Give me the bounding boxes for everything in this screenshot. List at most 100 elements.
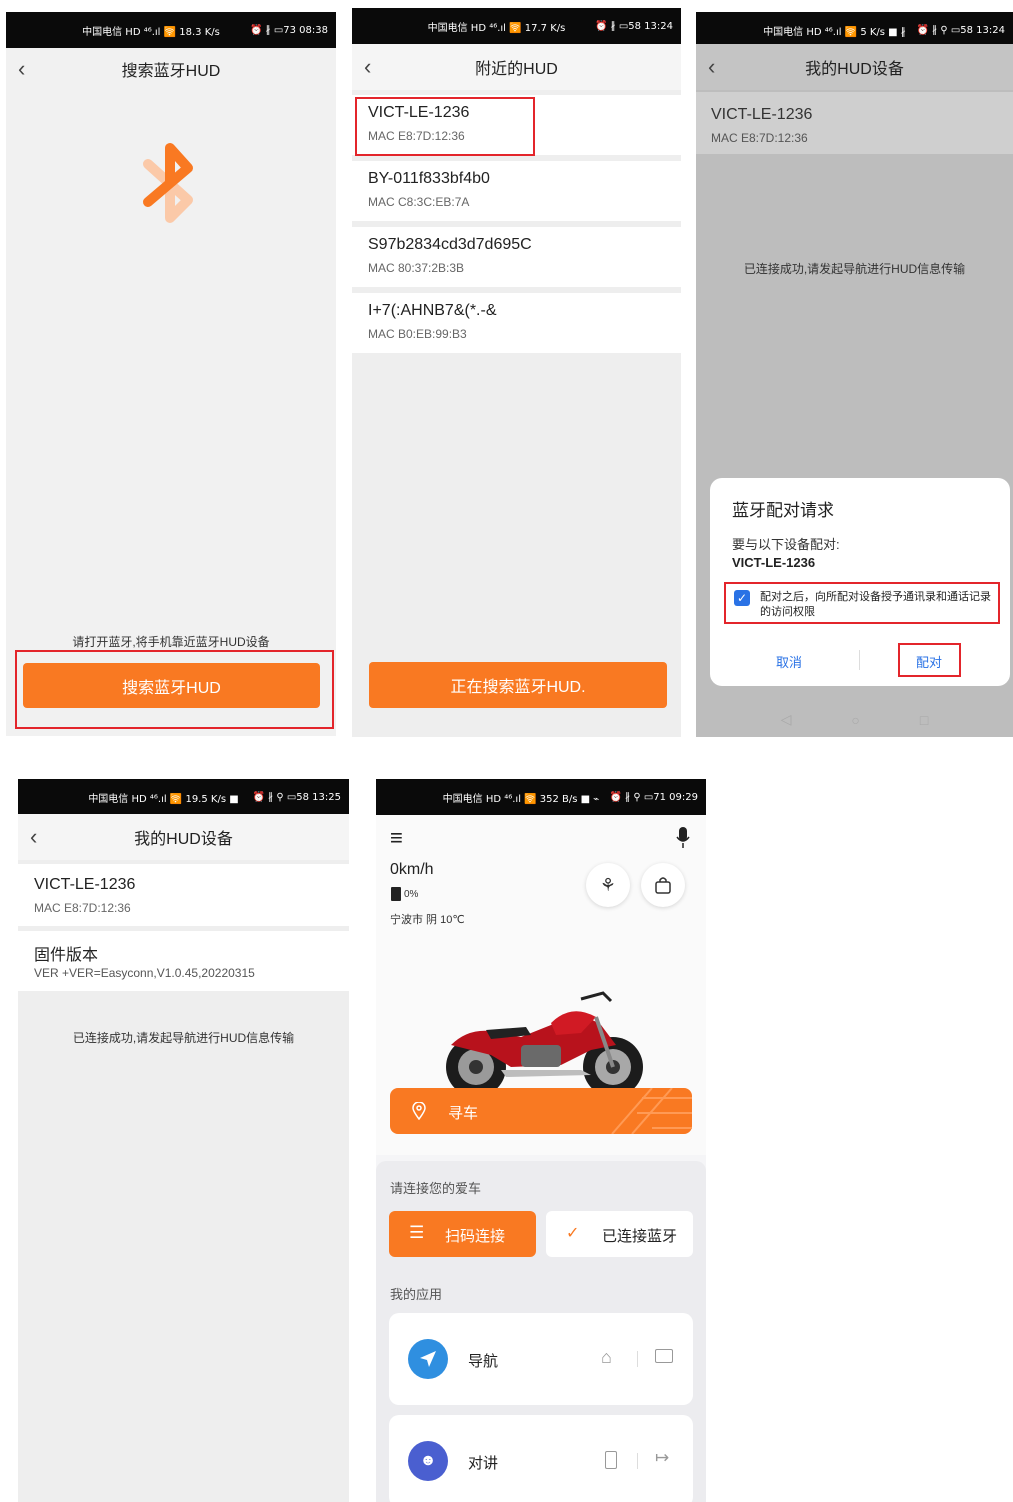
phone-icon[interactable] (605, 1451, 617, 1469)
map-grid-decoration (611, 1088, 692, 1134)
status-bar: 中国电信 HD ⁴⁶.ıl 🛜 19.5 K/s ■ ⏰ ∦ ⚲ ▭58 13:… (18, 779, 349, 815)
device-list-item[interactable]: VICT-LE-1236 MAC E8:7D:12:36 (352, 95, 681, 155)
system-nav-bar: ◁ ○ □ (696, 702, 1013, 737)
bluetooth-icon (143, 143, 193, 223)
app-card-navigation[interactable]: 导航 ⌂ (389, 1313, 693, 1405)
find-car-label: 寻车 (448, 1105, 479, 1122)
cancel-button[interactable]: 取消 (776, 652, 802, 671)
navigation-icon (408, 1339, 448, 1379)
page-title: 附近的HUD (475, 61, 558, 78)
scan-connect-button[interactable]: ☰ 扫码连接 (389, 1211, 536, 1257)
page-title: 搜索蓝牙HUD (121, 63, 221, 80)
bt-connected-button[interactable]: ✓ 已连接蓝牙 (546, 1211, 693, 1257)
dialog-device: VICT-LE-1236 (732, 555, 816, 570)
checkbox[interactable]: ✓ (734, 590, 750, 606)
device-card[interactable]: VICT-LE-1236 MAC E8:7D:12:36 (18, 864, 349, 926)
location-pin-icon (412, 1102, 426, 1120)
check-circle-icon: ✓ (566, 1225, 580, 1242)
device-name: VICT-LE-1236 (711, 106, 813, 123)
briefcase-icon[interactable] (655, 1349, 673, 1363)
back-icon[interactable]: ‹ (30, 814, 37, 860)
device-name: VICT-LE-1236 (34, 876, 136, 893)
connected-message: 已连接成功,请发起导航进行HUD信息传输 (743, 262, 966, 276)
divider (637, 1351, 638, 1367)
device-name: S97b2834cd3d7d695C (368, 236, 532, 253)
exit-icon[interactable]: ↦ (655, 1448, 669, 1468)
device-card[interactable]: VICT-LE-1236 MAC E8:7D:12:36 (696, 92, 1013, 154)
device-mac: MAC E8:7D:12:36 (34, 901, 131, 915)
screen-search-hud: 中国电信 HD ⁴⁶.ıl 🛜 18.3 K/s ⏰ ∦ ▭73 08:38 ‹… (6, 12, 336, 736)
status-bar: 中国电信 HD ⁴⁶.ıl 🛜 5 K/s ■ ∦ ⏰ ∦ ⚲ ▭58 13:2… (696, 12, 1013, 48)
divider (637, 1453, 638, 1469)
pairing-dialog: 蓝牙配对请求 要与以下设备配对: VICT-LE-1236 ✓ 配对之后，向所配… (710, 478, 1010, 686)
nav-bar: ‹ 我的HUD设备 (696, 44, 1013, 90)
back-icon[interactable]: ‹ (18, 46, 25, 92)
status-bar: 中国电信 HD ⁴⁶.ıl 🛜 18.3 K/s ⏰ ∦ ▭73 08:38 (6, 12, 336, 48)
searching-hud-button[interactable]: 正在搜索蓝牙HUD. (369, 662, 667, 708)
dialog-title: 蓝牙配对请求 (732, 501, 834, 520)
nav-recent-icon[interactable]: □ (920, 712, 928, 728)
bt-connected-label: 已连接蓝牙 (602, 1228, 678, 1245)
device-mac: MAC B0:EB:99:B3 (368, 327, 467, 341)
status-right: ⏰ ∦ ▭73 08:38 (250, 24, 328, 36)
search-hud-button[interactable]: 搜索蓝牙HUD (23, 663, 320, 708)
status-right: ⏰ ∦ ⚲ ▭58 13:25 (252, 791, 341, 803)
fuel-icon (391, 887, 401, 901)
firmware-card: 固件版本 VER +VER=Easyconn,V1.0.45,20220315 (18, 931, 349, 991)
app-label: 导航 (468, 1353, 499, 1370)
page-title: 我的HUD设备 (134, 831, 233, 848)
device-list-item[interactable]: BY-011f833bf4b0 MAC C8:3C:EB:7A (352, 161, 681, 221)
device-mac: MAC 80:37:2B:3B (368, 261, 465, 275)
scooter-button[interactable]: ⚘ (586, 863, 630, 907)
find-car-button[interactable]: 寻车 (390, 1088, 692, 1134)
connect-prompt: 请连接您的爱车 (390, 1181, 482, 1196)
back-icon[interactable]: ‹ (708, 44, 715, 90)
screen-home: 中国电信 HD ⁴⁶.ıl 🛜 352 B/s ■ ⌁ ⏰ ∦ ⚲ ▭71 09… (376, 779, 706, 1502)
speed-readout: 0km/h (390, 861, 434, 878)
screen-my-hud: 中国电信 HD ⁴⁶.ıl 🛜 19.5 K/s ■ ⏰ ∦ ⚲ ▭58 13:… (18, 779, 349, 1502)
bag-button[interactable] (641, 863, 685, 907)
screen-nearby-hud: 中国电信 HD ⁴⁶.ıl 🛜 17.7 K/s ⏰ ∦ ▭58 13:24 ‹… (352, 8, 681, 737)
menu-icon[interactable]: ≡ (390, 825, 403, 851)
status-right: ⏰ ∦ ▭58 13:24 (595, 20, 673, 32)
intercom-icon: ☻ (408, 1441, 448, 1481)
connect-panel: 请连接您的爱车 ☰ 扫码连接 ✓ 已连接蓝牙 我的应用 导航 ⌂ ☻ 对讲 ↦ (376, 1161, 706, 1502)
pair-button[interactable]: 配对 (916, 652, 942, 671)
page-title: 我的HUD设备 (805, 61, 904, 78)
home-icon[interactable]: ⌂ (601, 1347, 612, 1368)
device-mac: MAC C8:3C:EB:7A (368, 195, 470, 209)
nav-bar: ‹ 我的HUD设备 (18, 814, 349, 860)
motorcycle-image (443, 991, 643, 1103)
status-right: ⏰ ∦ ⚲ ▭71 09:29 (609, 791, 698, 803)
checkbox-text: 配对之后，向所配对设备授予通讯录和通话记录的访问权限 (760, 591, 991, 618)
device-list-item[interactable]: I+7(:AHNB7&(*.-& MAC B0:EB:99:B3 (352, 293, 681, 353)
nav-home-icon[interactable]: ○ (851, 712, 859, 728)
device-name: BY-011f833bf4b0 (368, 170, 490, 187)
device-name: I+7(:AHNB7&(*.-& (368, 302, 497, 319)
scan-icon: ☰ (409, 1223, 425, 1242)
nav-back-icon[interactable]: ◁ (781, 711, 792, 728)
app-label: 对讲 (468, 1455, 499, 1472)
screen-pairing-request: 中国电信 HD ⁴⁶.ıl 🛜 5 K/s ■ ∦ ⏰ ∦ ⚲ ▭58 13:2… (696, 12, 1013, 737)
firmware-label: 固件版本 (34, 947, 99, 964)
back-icon[interactable]: ‹ (364, 44, 371, 90)
bag-icon (655, 877, 671, 894)
nav-bar: ‹ 附近的HUD (352, 44, 681, 90)
nav-bar: ‹ 搜索蓝牙HUD (6, 46, 336, 92)
device-mac: MAC E8:7D:12:36 (711, 131, 808, 145)
microphone-icon[interactable] (676, 827, 690, 849)
device-mac: MAC E8:7D:12:36 (368, 129, 465, 143)
dialog-line: 要与以下设备配对: (732, 537, 840, 552)
status-bar: 中国电信 HD ⁴⁶.ıl 🛜 17.7 K/s ⏰ ∦ ▭58 13:24 (352, 8, 681, 44)
device-list-item[interactable]: S97b2834cd3d7d695C MAC 80:37:2B:3B (352, 227, 681, 287)
app-card-intercom[interactable]: ☻ 对讲 ↦ (389, 1415, 693, 1502)
firmware-value: VER +VER=Easyconn,V1.0.45,20220315 (34, 966, 255, 980)
my-apps-title: 我的应用 (390, 1287, 443, 1302)
status-right: ⏰ ∦ ⚲ ▭58 13:24 (916, 24, 1005, 36)
scan-connect-label: 扫码连接 (445, 1228, 506, 1245)
status-bar: 中国电信 HD ⁴⁶.ıl 🛜 352 B/s ■ ⌁ ⏰ ∦ ⚲ ▭71 09… (376, 779, 706, 815)
fuel-percent: 0% (404, 889, 419, 900)
device-name: VICT-LE-1236 (368, 104, 470, 121)
connected-message: 已连接成功,请发起导航进行HUD信息传输 (72, 1031, 295, 1045)
dialog-divider (859, 650, 860, 670)
